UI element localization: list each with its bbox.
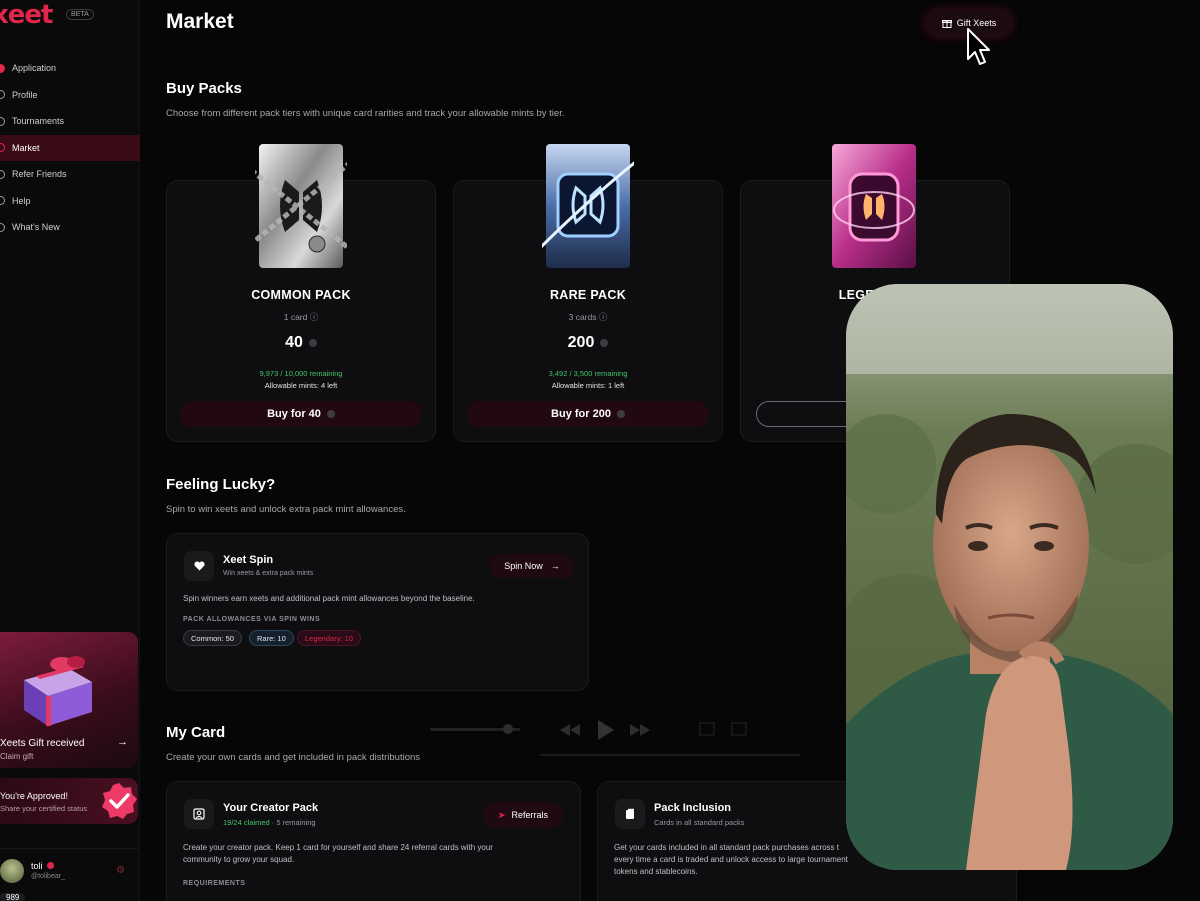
verified-badge-icon [102, 783, 137, 819]
sidebar-item-label: Profile [12, 89, 38, 100]
my-card-subtitle: Create your own cards and get included i… [166, 752, 421, 763]
pack-card-count: 3 cards ⓘ [568, 312, 608, 322]
help-icon [0, 196, 5, 206]
beta-badge: BETA [66, 9, 94, 20]
sidebar-item-tournaments[interactable]: Tournaments [0, 108, 140, 135]
feeling-lucky-title: Feeling Lucky? [166, 476, 276, 493]
page-title: Market [166, 10, 234, 33]
creator-pack-card: Your Creator Pack 19/24 claimed · 5 rema… [166, 781, 581, 901]
sidebar-item-label: Refer Friends [12, 169, 67, 180]
creator-pack-progress: 19/24 claimed · 5 remaining [223, 818, 316, 827]
gift-received-card[interactable]: Xeets Gift received Claim gift → [0, 632, 138, 768]
buy-packs-title: Buy Packs [166, 80, 242, 97]
id-card-icon [184, 799, 214, 829]
approved-title: You're Approved! [0, 791, 68, 801]
pack-allowable-mints: Allowable mints: 4 left [264, 381, 338, 390]
sidebar-item-help[interactable]: Help [0, 188, 140, 215]
spin-now-label: Spin Now [504, 561, 543, 571]
pack-remaining: 3,492 / 3,500 remaining [548, 369, 628, 378]
spin-description: Spin winners earn xeets and additional p… [183, 594, 475, 603]
sidebar-item-application[interactable]: Application [0, 55, 140, 82]
webcam-overlay [846, 284, 1173, 870]
application-icon [0, 63, 5, 73]
xeet-spin-card: Xeet Spin Win xeets & extra pack mints S… [166, 533, 589, 691]
rare-pack-image [542, 144, 634, 268]
pack-name: COMMON PACK [251, 288, 351, 302]
gift-icon [941, 20, 952, 28]
pack-price: 40 [166, 334, 436, 352]
card-stack-icon [615, 799, 645, 829]
pack-allowable-mints: Allowable mints: 1 left [551, 381, 625, 390]
allowance-chip-rare: Rare: 10 [249, 630, 294, 646]
info-icon[interactable]: ⓘ [599, 312, 608, 322]
feeling-lucky-subtitle: Spin to win xeets and unlock extra pack … [166, 504, 406, 515]
pack-card-count: 1 card ⓘ [283, 312, 319, 322]
send-icon: ➤ [497, 809, 506, 820]
avatar[interactable] [0, 859, 24, 883]
pack-inclusion-description: Get your cards included in all standard … [614, 843, 848, 876]
sidebar-item-label: What's New [12, 222, 60, 233]
market-icon [0, 143, 5, 153]
user-icon [0, 90, 5, 100]
sidebar-item-label: Tournaments [12, 116, 65, 127]
sparkle-icon [0, 222, 5, 232]
spin-now-button[interactable]: Spin Now → [489, 554, 575, 578]
approved-subtitle: Share your certified status [0, 804, 88, 813]
info-icon[interactable]: ⓘ [310, 312, 319, 322]
pack-remaining: 9,973 / 10,000 remaining [259, 369, 343, 378]
pack-allowances-label: PACK ALLOWANCES VIA SPIN WINS [183, 616, 321, 623]
pack-inclusion-title: Pack Inclusion [654, 802, 732, 814]
xeet-coin-icon [600, 338, 609, 347]
user-profile[interactable]: toli @tolibear_ ⚙ 989 [0, 848, 138, 901]
referrals-label: Referrals [511, 810, 549, 820]
mouse-cursor-icon [967, 28, 990, 65]
video-player-controls [430, 720, 800, 756]
sidebar-item-label: Market [12, 142, 40, 153]
user-balance: 989 [0, 893, 26, 901]
sidebar-item-label: Help [12, 195, 31, 206]
allowance-chip-common: Common: 50 [183, 630, 242, 646]
spin-title: Xeet Spin [223, 554, 274, 566]
buy-common-pack-button[interactable]: Buy for 40 [180, 401, 422, 427]
gift-notice-subtitle: Claim gift [0, 752, 34, 761]
sidebar-item-refer-friends[interactable]: Refer Friends [0, 161, 140, 188]
pack-name: RARE PACK [549, 288, 627, 302]
xeet-coin-icon [616, 410, 625, 418]
trophy-icon [0, 116, 5, 126]
xeet-coin-icon [326, 410, 335, 418]
creator-pack-title: Your Creator Pack [223, 802, 319, 814]
user-handle: @tolibear_ [31, 873, 65, 880]
arrow-right-icon[interactable]: → [117, 736, 128, 748]
allowance-chip-legendary: Legendary: 10 [297, 630, 361, 646]
common-pack-image [255, 144, 347, 268]
heart-icon [184, 551, 214, 581]
pack-price: 200 [453, 334, 723, 352]
sidebar-item-market[interactable]: Market [0, 134, 140, 161]
legendary-pack-image [832, 144, 916, 268]
gift-box-icon [24, 656, 92, 726]
xeet-coin-icon [308, 338, 317, 347]
sidebar-item-label: Application [12, 63, 57, 74]
requirements-label: REQUIREMENTS [183, 880, 246, 887]
creator-pack-description: Create your creator pack. Keep 1 card fo… [183, 843, 493, 864]
buy-packs-subtitle: Choose from different pack tiers with un… [166, 108, 565, 119]
gear-icon[interactable]: ⚙ [116, 865, 125, 876]
arrow-right-icon: → [550, 561, 560, 571]
gift-notice-title: Xeets Gift received [0, 738, 85, 749]
my-card-title: My Card [166, 724, 226, 741]
buy-rare-pack-button[interactable]: Buy for 200 [467, 401, 709, 427]
approved-banner[interactable]: You're Approved! Share your certified st… [0, 778, 138, 824]
sidebar-nav: Application Profile Tournaments Market R… [0, 55, 140, 241]
verified-dot-icon [46, 862, 54, 869]
sidebar-item-profile[interactable]: Profile [0, 82, 140, 109]
user-name: toli [31, 861, 54, 871]
spin-subtitle: Win xeets & extra pack mints [223, 570, 314, 577]
referrals-button[interactable]: ➤ Referrals [483, 802, 563, 828]
sidebar-item-whats-new[interactable]: What's New [0, 214, 140, 241]
users-icon [0, 169, 5, 179]
brand-logo[interactable]: xeet [0, 2, 53, 28]
pack-inclusion-subtitle: Cards in all standard packs [654, 818, 745, 827]
sidebar: xeet BETA Application Profile Tournament… [0, 0, 140, 901]
